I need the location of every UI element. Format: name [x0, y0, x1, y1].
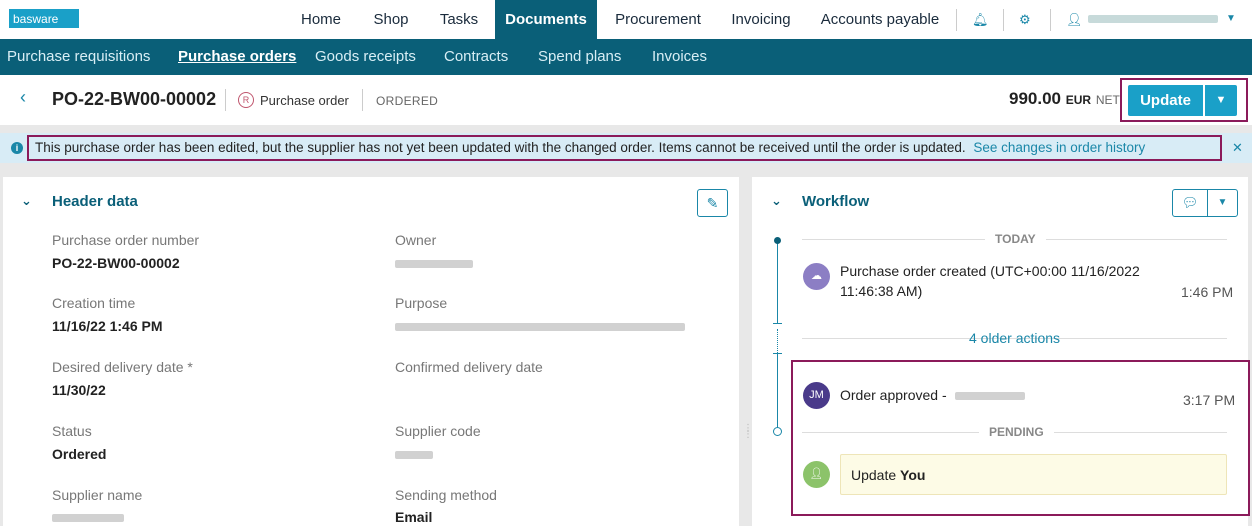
edit-button[interactable]: ✎ — [697, 189, 728, 217]
nav-shop[interactable]: Shop — [360, 0, 422, 39]
subnav-spend-plans[interactable]: Spend plans — [538, 39, 621, 75]
pending-task-text: Update You — [851, 467, 925, 483]
cloud-icon: ☁ — [803, 263, 830, 290]
confirmed-delivery-label: Confirmed delivery date — [395, 359, 543, 375]
update-button[interactable]: Update — [1128, 85, 1203, 116]
chevron-down-icon[interactable]: ⌄ — [21, 193, 32, 209]
pencil-icon: ✎ — [706, 195, 719, 211]
back-chevron-icon[interactable]: ‹ — [20, 87, 26, 108]
older-actions-link[interactable]: 4 older actions — [969, 330, 1060, 346]
subnav-goods-receipts[interactable]: Goods receipts — [315, 39, 416, 75]
owner-label: Owner — [395, 232, 437, 248]
nav-procurement[interactable]: Procurement — [604, 0, 712, 39]
user-name-redacted[interactable] — [1088, 15, 1218, 23]
comment-button[interactable]: 💬︎ — [1172, 189, 1208, 217]
info-icon: i — [11, 142, 23, 154]
document-number: PO-22-BW00-00002 — [52, 89, 217, 109]
chevron-down-icon: ▼ — [1217, 197, 1228, 208]
subnav-purchase-requisitions[interactable]: Purchase requisitions — [7, 39, 150, 75]
approved-text: Order approved - — [840, 387, 947, 403]
divider — [225, 89, 226, 111]
comment-icon: 💬︎ — [1181, 195, 1199, 210]
po-number-value: PO-22-BW00-00002 — [52, 255, 180, 271]
approved-time: 3:17 PM — [1183, 392, 1236, 408]
header-data-title[interactable]: Header data — [52, 193, 138, 210]
chevron-down-icon[interactable]: ▼ — [1226, 13, 1236, 24]
timeline-ring — [773, 427, 782, 436]
sub-navigation: Purchase requisitions Purchase orders Go… — [0, 39, 1252, 75]
owner-value-redacted — [395, 260, 473, 268]
user-icon[interactable]: 👤︎ — [1066, 12, 1083, 28]
po-number-label: Purchase order number — [52, 232, 200, 248]
subnav-purchase-orders[interactable]: Purchase orders — [178, 39, 296, 75]
timeline-dotted — [777, 329, 778, 353]
workflow-dropdown-button[interactable]: ▼ — [1207, 189, 1238, 217]
avatar: JM — [803, 382, 830, 409]
nav-invoicing[interactable]: Invoicing — [720, 0, 802, 39]
sending-method-value: Email — [395, 509, 433, 525]
supplier-name-label: Supplier name — [52, 487, 143, 503]
header-data-panel — [3, 177, 739, 526]
nav-separator — [956, 9, 957, 31]
pending-action: Update — [851, 467, 897, 483]
nav-accounts-payable[interactable]: Accounts payable — [812, 0, 948, 39]
document-type: Purchase order — [260, 93, 349, 108]
banner-text: This purchase order has been edited, but… — [35, 140, 966, 155]
created-line-1: Purchase order created (UTC+00:00 11/16/… — [840, 263, 1140, 279]
supplier-code-redacted — [395, 451, 433, 459]
nav-documents[interactable]: Documents — [495, 0, 597, 39]
banner-message: This purchase order has been edited, but… — [35, 140, 1145, 155]
today-label: TODAY — [985, 232, 1046, 246]
amount-currency: EUR — [1065, 93, 1092, 107]
bell-icon[interactable]: 🔔︎ — [972, 12, 989, 28]
subnav-invoices[interactable]: Invoices — [652, 39, 707, 75]
status-value: Ordered — [52, 446, 107, 462]
nav-separator — [1050, 9, 1051, 31]
pending-label: PENDING — [979, 425, 1054, 439]
close-icon[interactable]: ✕ — [1232, 140, 1243, 156]
workflow-title[interactable]: Workflow — [802, 193, 869, 210]
timeline-line — [777, 353, 778, 428]
sending-method-label: Sending method — [395, 487, 497, 503]
chevron-down-icon[interactable]: ⌄ — [771, 193, 782, 209]
desired-delivery-label: Desired delivery date * — [52, 359, 193, 375]
created-entry: Purchase order created (UTC+00:00 11/16/… — [840, 261, 1140, 301]
document-amount: 990.00 EUR NET — [1009, 89, 1120, 109]
top-navigation: basware Home Shop Tasks Documents Procur… — [0, 0, 1252, 39]
amount-net: NET — [1095, 93, 1120, 107]
nav-home[interactable]: Home — [289, 0, 353, 39]
created-time: 1:46 PM — [1181, 284, 1234, 300]
supplier-name-redacted — [52, 514, 124, 522]
divider — [362, 89, 363, 111]
supplier-code-label: Supplier code — [395, 423, 481, 439]
purpose-value-redacted — [395, 323, 685, 331]
nav-tasks[interactable]: Tasks — [428, 0, 490, 39]
basware-logo[interactable]: basware — [8, 8, 80, 29]
amount-value: 990.00 — [1009, 89, 1061, 108]
document-status: ORDERED — [376, 94, 439, 108]
gear-icon[interactable]: ⚙ — [1019, 12, 1031, 28]
approver-redacted — [955, 392, 1025, 400]
chevron-down-icon: ▼ — [1215, 94, 1227, 106]
purchase-order-icon: R — [238, 92, 254, 108]
creation-time-value: 11/16/22 1:46 PM — [52, 318, 163, 334]
subnav-contracts[interactable]: Contracts — [444, 39, 508, 75]
timeline-dot — [774, 237, 781, 244]
desired-delivery-value[interactable]: 11/30/22 — [52, 382, 106, 398]
timeline-line — [777, 243, 778, 323]
timeline-tick — [773, 323, 782, 324]
status-label: Status — [52, 423, 92, 439]
creation-time-label: Creation time — [52, 295, 136, 311]
pending-who: You — [900, 467, 926, 483]
update-dropdown-button[interactable]: ▼ — [1205, 85, 1237, 116]
user-icon: 👤︎ — [803, 461, 830, 488]
purpose-label: Purpose — [395, 295, 448, 311]
created-line-2: 11:46:38 AM) — [840, 283, 923, 299]
nav-separator — [1003, 9, 1004, 31]
see-changes-link[interactable]: See changes in order history — [973, 140, 1145, 155]
document-header: ‹ PO-22-BW00-00002 R Purchase order ORDE… — [0, 75, 1252, 125]
